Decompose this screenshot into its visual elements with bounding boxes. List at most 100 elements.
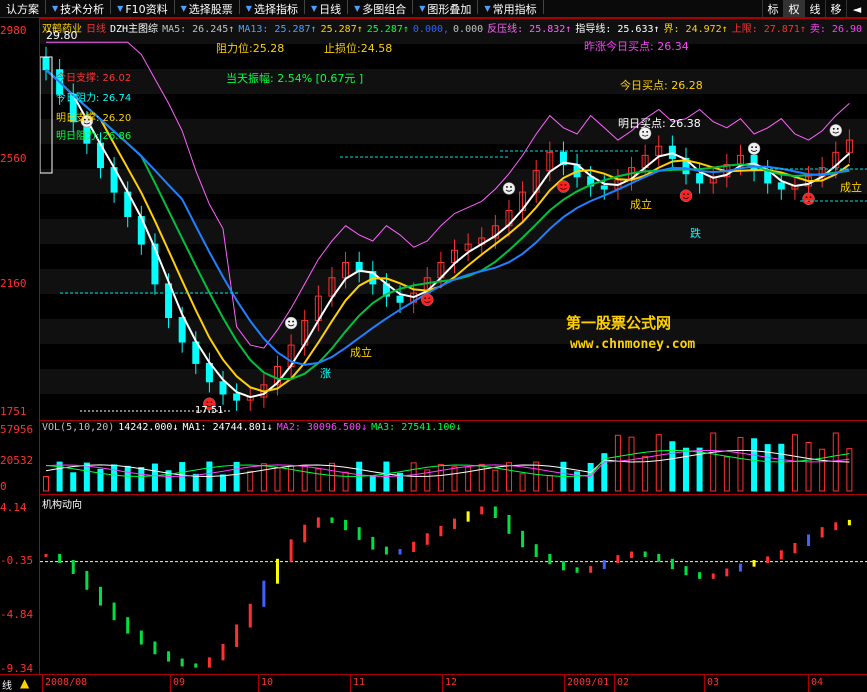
view-tab-2[interactable]: 线 — [804, 0, 825, 18]
volume-bar — [505, 462, 512, 492]
date-tick — [564, 675, 565, 692]
indicator-bar — [807, 534, 811, 546]
volume-bar — [43, 476, 49, 492]
indicator-bar — [657, 553, 661, 562]
date-tick — [350, 675, 351, 692]
toolbar-item-1[interactable]: ▼ 技术分析 — [46, 0, 110, 18]
volume-bar — [70, 472, 77, 492]
view-tab-0[interactable]: 标 — [762, 0, 783, 18]
watermark-url: www.chnmoney.com — [570, 337, 696, 352]
indicator-bar — [44, 553, 48, 557]
y-label-ind-2: -4.84 — [0, 608, 34, 621]
legend-item-1: MA13: 25.287↑ — [238, 24, 317, 35]
legend-item-3: 25.287↑ — [366, 24, 409, 35]
today-support-label: 今日支撑: 26.02 — [56, 73, 132, 84]
indicator-bar — [235, 624, 239, 647]
indicator-bar — [480, 506, 484, 515]
indicator-bar — [738, 563, 742, 572]
toolbar-item-5[interactable]: ▼ 日线 — [305, 0, 347, 18]
volume-bar — [138, 467, 145, 492]
y-label-vol-0: 57956 — [0, 423, 34, 436]
date-tick — [42, 675, 43, 692]
amplitude-label: 当天振幅: 2.54% [0.67元 ] — [226, 72, 364, 85]
date-label-6: 02 — [617, 677, 630, 688]
toolbar-item-2[interactable]: ▼ F10资料 — [111, 0, 173, 18]
indicator-bar — [371, 536, 375, 550]
volume-bar — [846, 448, 853, 492]
date-label-2: 10 — [261, 677, 274, 688]
smiley-face — [284, 316, 298, 330]
indicator-bar — [834, 522, 838, 531]
dropdown-icon: ▼ — [354, 4, 361, 13]
chengli-label-3: 成立 — [840, 181, 862, 194]
y-label-vol-1: 20532 — [0, 454, 34, 467]
date-label-8: 04 — [811, 677, 824, 688]
toolbar-item-label: 选择股票 — [188, 2, 233, 16]
warning-icon[interactable]: ▲ — [20, 676, 29, 690]
view-tab-3[interactable]: 移 — [825, 0, 846, 18]
smiley-eye — [506, 186, 508, 188]
indicator-bar — [589, 566, 593, 573]
toolbar-item-6[interactable]: ▼ 多图组合 — [348, 0, 412, 18]
dropdown-icon: ▼ — [484, 4, 491, 13]
indicator-bar — [766, 556, 770, 564]
smiley-eye — [510, 186, 512, 188]
ma-values: MA5: 26.245↑ MA13: 25.287↑ 25.287↑ 25.287↑ 0… — [162, 24, 866, 35]
toolbar-item-3[interactable]: ▼ 选择股票 — [175, 0, 239, 18]
toolbar-item-label: 常用指标 — [492, 2, 537, 16]
legend-item-7: 指导线: 25.633↑ — [575, 24, 660, 35]
indicator-bar — [126, 617, 130, 634]
candle-body — [777, 182, 785, 190]
price-panel[interactable]: 双鹤药业 日线 DZH主图综 MA5: 26.245↑ MA13: 25.287↑ 25.… — [40, 18, 867, 420]
y-label-main-2: 2160 — [0, 277, 27, 290]
stop-loss-label: 止损位:24.58 — [324, 42, 393, 55]
grid-band — [40, 69, 867, 94]
smiley-eye — [646, 130, 649, 133]
price-chart — [40, 19, 867, 412]
toolbar-item-8[interactable]: ▼ 常用指标 — [478, 0, 542, 18]
smiley-eye — [751, 146, 753, 149]
indicator-bar — [425, 533, 429, 545]
smiley-eye — [832, 127, 835, 130]
volume-panel[interactable]: VOL(5,10,20) 14242.000↓ MA1: 24744.801↓ MA2… — [40, 420, 867, 494]
smiley-eye — [560, 184, 563, 186]
indicator-bar — [752, 560, 756, 567]
view-tab-1[interactable]: 权 — [783, 0, 804, 18]
indicator-panel[interactable]: 机构动向 — [40, 494, 867, 674]
main-legend: 双鹤药业 日线 DZH主图综 MA5: 26.245↑ MA13: 25.287↑ 25.… — [42, 20, 867, 35]
date-axis: 线 ▲ 2008/08 09 10 11 12 2009/01 02 03 04 — [0, 674, 867, 692]
smiley-eye — [428, 297, 431, 300]
smiley-face — [829, 124, 843, 137]
indicator-bar — [221, 643, 225, 661]
toolbar-item-4[interactable]: ▼ 选择指标 — [240, 0, 304, 18]
candle-body — [696, 173, 704, 184]
toolbar-item-0[interactable]: 认方案 — [0, 0, 45, 18]
volume-bar — [669, 441, 676, 492]
toolbar-item-label: 技术分析 — [60, 2, 105, 16]
smiley-eye — [836, 127, 839, 130]
y-label-main-1: 2560 — [0, 152, 27, 165]
indicator-bar — [384, 546, 388, 555]
volume-bar — [519, 473, 526, 492]
low-price-label: 17.51 — [195, 405, 224, 416]
toolbar-item-7[interactable]: ▼ 图形叠加 — [413, 0, 477, 18]
tomorrow-resist-label: 明日阻力: 26.86 — [56, 131, 132, 142]
dropdown-icon: ▼ — [117, 4, 124, 13]
volume-bar — [274, 467, 281, 492]
volume-bar — [478, 463, 485, 492]
indicator-bar — [303, 524, 307, 543]
smiley-eye — [642, 130, 645, 133]
indicator-bar — [466, 511, 470, 522]
volume-bar — [805, 441, 812, 492]
resistance-label: 阻力位:25.28 — [216, 42, 285, 55]
candle-body — [396, 295, 404, 303]
smiley-icon — [829, 124, 843, 137]
legend-item-10: 卖: 26.90 — [809, 24, 863, 35]
indicator-bar — [534, 544, 538, 557]
toolbar-items: 认方案 ▼ 技术分析 ▼ F10资料 ▼ 选择股票 ▼ 选择指标 ▼ 日线 ▼ 多图组合 ▼ 图形叠加 ▼ 常用… — [0, 0, 544, 18]
smiley-icon — [747, 142, 761, 155]
indicator-bar — [820, 527, 824, 538]
indicator-bar — [357, 527, 361, 540]
smiley-face — [747, 142, 761, 155]
view-tab-4[interactable]: ◄ — [846, 0, 867, 18]
